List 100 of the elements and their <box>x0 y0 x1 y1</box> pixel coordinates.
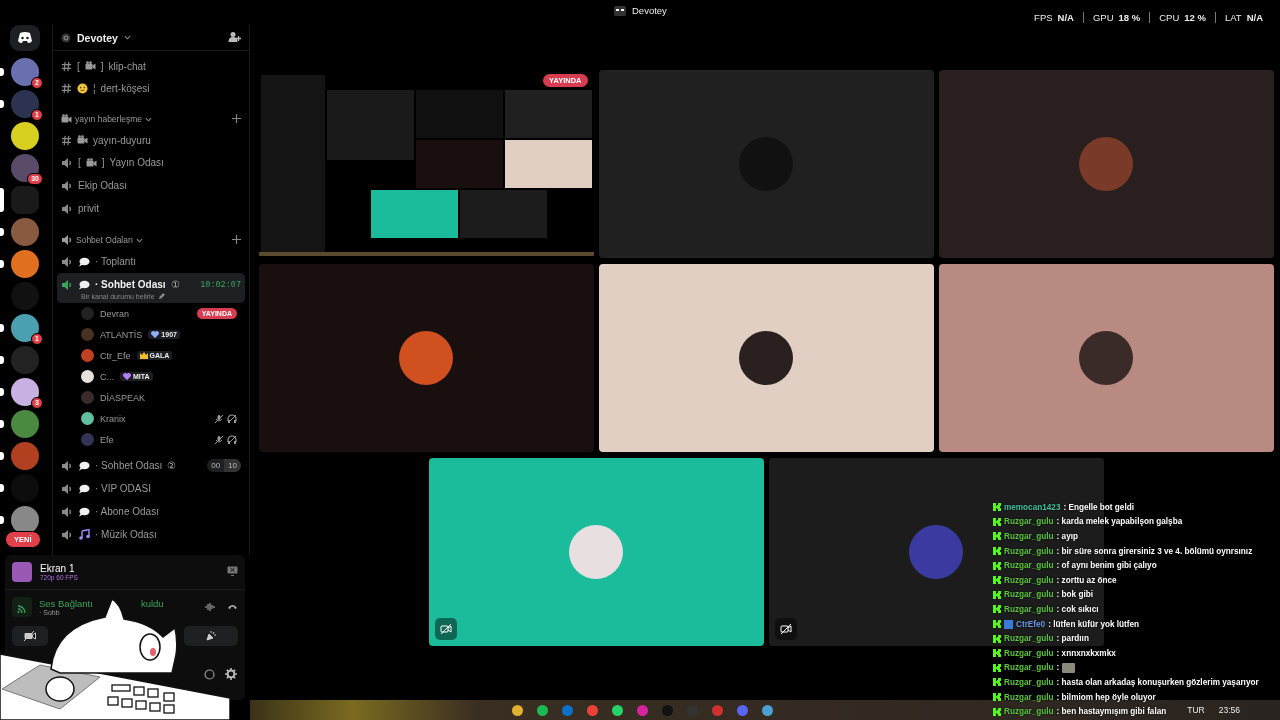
chat-username[interactable]: Ruzgar_gulu <box>1004 546 1054 556</box>
camera-toggle-button[interactable] <box>12 626 48 646</box>
app-icon[interactable] <box>637 704 648 716</box>
server-icon[interactable] <box>11 506 39 534</box>
channel-name[interactable]: privit <box>78 203 100 214</box>
channel-name[interactable]: · Sohbet Odası <box>95 460 163 471</box>
server-icon[interactable] <box>11 58 39 86</box>
video-tile[interactable] <box>598 264 934 452</box>
chat-message: : bok gibi <box>1056 590 1093 600</box>
stat-label: GPU <box>1092 12 1114 23</box>
clock-text[interactable]: 23:56 <box>1218 705 1240 715</box>
user-name[interactable]: C... <box>100 371 114 382</box>
server-name[interactable]: Devotey <box>77 31 118 44</box>
chat-username[interactable]: Ruzgar_gulu <box>1004 575 1054 585</box>
user-name[interactable]: DİASPEAK <box>100 392 146 403</box>
server-icon[interactable] <box>11 314 39 342</box>
stat-value: N/A <box>1057 12 1074 23</box>
stat-label: CPU <box>1159 12 1180 23</box>
channel-name[interactable]: klip-chat <box>108 60 146 72</box>
app-icon[interactable] <box>762 704 773 716</box>
activity-button[interactable] <box>184 626 238 646</box>
user-name[interactable]: Ctr_Efe <box>100 350 131 361</box>
chat-username[interactable]: memocan1423 <box>1004 502 1061 512</box>
k-logo-icon <box>993 620 1001 629</box>
server-icon[interactable] <box>11 122 39 150</box>
category-name[interactable]: Sohbet Odaları <box>76 235 134 245</box>
chat-username[interactable]: Ruzgar_gulu <box>1004 604 1054 614</box>
separator-text: ] <box>100 60 104 72</box>
voice-activity-icon <box>205 602 215 612</box>
plus-icon <box>232 234 241 244</box>
server-avatar-icon <box>614 5 626 16</box>
camera-icon <box>85 157 97 168</box>
chat-username[interactable]: Ruzgar_gulu <box>1004 590 1054 600</box>
chat-username[interactable]: CtrEfe0 <box>1016 619 1046 629</box>
count-text: 10 <box>224 459 241 472</box>
count-text: 00 <box>210 460 222 472</box>
chat-message: : xnnxnxkxmkx <box>1056 648 1116 658</box>
video-tile[interactable] <box>938 70 1274 258</box>
channel-name[interactable]: Yayın Odası <box>109 157 164 168</box>
camera-icon <box>84 61 96 71</box>
speech-bubble-icon <box>78 483 90 494</box>
chat-username[interactable]: Ruzgar_gulu <box>1004 561 1054 571</box>
app-icon[interactable] <box>612 704 623 716</box>
stat-value: 12 % <box>1184 12 1206 23</box>
user-name[interactable]: ATLANTİS <box>100 329 143 340</box>
language-indicator[interactable]: TUR <box>1187 705 1205 715</box>
app-icon[interactable] <box>512 704 523 716</box>
user-name[interactable]: Devran <box>100 308 129 319</box>
chat-username[interactable]: Ruzgar_gulu <box>1004 634 1054 644</box>
app-icon[interactable] <box>587 704 598 716</box>
music-notes-icon <box>78 529 90 540</box>
video-tile[interactable] <box>258 264 594 452</box>
chat-username[interactable]: Ruzgar_gulu <box>1004 532 1054 541</box>
video-tile[interactable] <box>598 70 934 258</box>
chat-message: : karda melek yapabilşon galşba <box>1056 517 1183 527</box>
stat-label: LAT <box>1224 12 1242 23</box>
chat-username[interactable]: Ruzgar_gulu <box>1004 648 1054 658</box>
rocket-icon <box>205 630 217 642</box>
chat-username[interactable]: Ruzgar_gulu <box>1004 663 1054 673</box>
video-tile[interactable] <box>938 264 1274 452</box>
k-logo-icon <box>993 693 1001 701</box>
video-tile[interactable] <box>428 458 764 646</box>
channel-name[interactable]: yayın-duyuru <box>93 134 151 146</box>
channel-name[interactable]: · VIP ODASI <box>95 483 151 494</box>
category-name[interactable]: yayın haberleşme <box>75 114 143 124</box>
user-name[interactable]: Efe <box>100 434 114 445</box>
server-icon[interactable] <box>11 250 39 278</box>
hash-icon <box>61 60 72 72</box>
discord-logo-icon[interactable] <box>10 25 40 51</box>
camera-icon <box>77 135 88 145</box>
chat-message: : of aynı benim gibi çalıyo <box>1056 561 1157 571</box>
chat-username[interactable]: Ruzgar_gulu <box>1004 517 1054 527</box>
speech-bubble-icon <box>78 279 90 290</box>
avatar-icon <box>81 391 94 404</box>
app-icon[interactable] <box>737 704 748 716</box>
channel-name[interactable]: · Abone Odası <box>95 506 159 517</box>
channel-name[interactable]: · Müzik Odası <box>95 529 157 540</box>
chat-username[interactable]: Ruzgar_gulu <box>1004 692 1054 702</box>
channel-name[interactable]: · Sohbet Odası <box>95 279 166 290</box>
k-logo-icon <box>993 547 1001 556</box>
signal-icon <box>12 597 32 617</box>
user-name[interactable]: Kranix <box>100 413 126 424</box>
bracket-text: [ <box>77 60 80 72</box>
server-icon[interactable] <box>11 378 39 406</box>
k-logo-icon <box>993 605 1001 614</box>
chat-message: : cok sıkıcı <box>1056 604 1099 614</box>
window-title: Devotey <box>632 5 667 16</box>
chat-username[interactable]: Ruzgar_gulu <box>1004 677 1054 687</box>
channel-name[interactable]: dert-köşesi <box>100 82 150 94</box>
speech-bubble-icon <box>78 460 90 471</box>
settings-icon <box>225 668 237 680</box>
app-icon[interactable] <box>537 704 548 716</box>
channel-name[interactable]: · Toplantı <box>95 256 136 267</box>
channel-name[interactable]: Ekip Odası <box>78 180 127 191</box>
server-icon[interactable] <box>11 154 39 182</box>
chat-username[interactable]: Ruzgar_gulu <box>1004 707 1054 717</box>
chat-message: : ben hastaymışım gibi falan <box>1056 707 1167 717</box>
k-logo-icon <box>993 649 1001 658</box>
stat-value: 18 % <box>1118 12 1141 23</box>
chat-message: : hasta olan arkadaş konuşurken gözlerim yaşarıyor <box>1056 677 1259 687</box>
